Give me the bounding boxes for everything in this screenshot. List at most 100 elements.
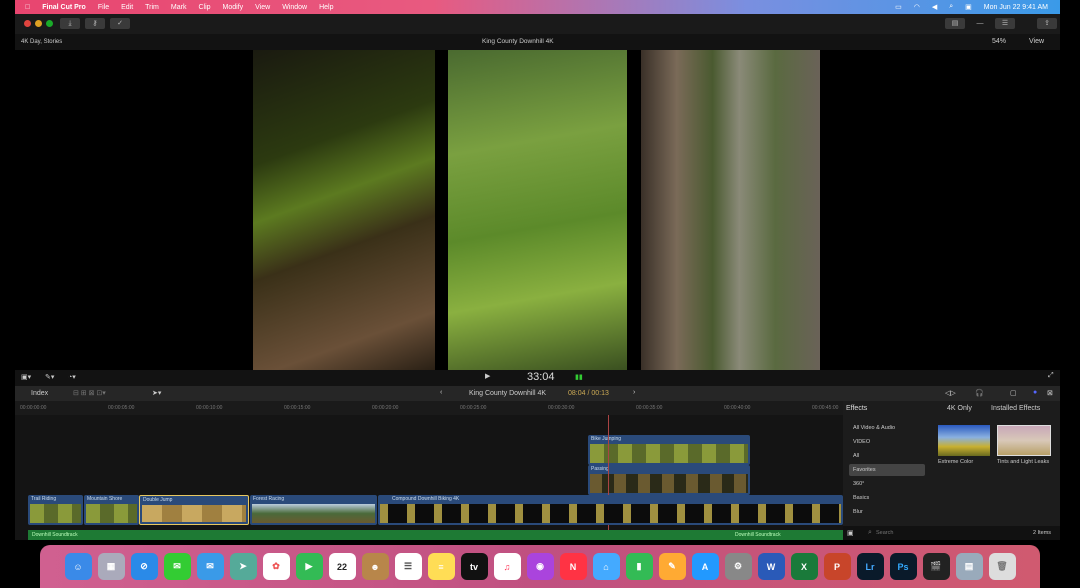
project-name[interactable]: King County Downhill 4K bbox=[469, 390, 546, 397]
index-button[interactable]: Index bbox=[31, 390, 48, 397]
category-360[interactable]: 360° bbox=[849, 478, 925, 490]
4k-only-checkbox[interactable]: 4K Only bbox=[947, 405, 972, 412]
effects-search-input[interactable] bbox=[876, 528, 1006, 538]
wifi-icon[interactable]: ◠ bbox=[914, 3, 920, 11]
browser-toggle-icon[interactable]: ▤ bbox=[945, 18, 965, 29]
menu-trim[interactable]: Trim bbox=[145, 4, 159, 11]
search-icon[interactable]: ⌕ bbox=[949, 3, 953, 11]
fullscreen-icon[interactable]: ⤢ bbox=[1048, 372, 1054, 380]
dock-system-preferences-icon[interactable]: ⚙ bbox=[724, 553, 752, 580]
dock-maps-icon[interactable]: ➤ bbox=[229, 553, 257, 580]
edit-tools-icon[interactable]: ⊟ ⊞ ⊠ ⊡▾ bbox=[73, 389, 106, 397]
zoom-level-dropdown[interactable]: 54% bbox=[992, 38, 1006, 45]
dock-safari-icon[interactable]: ⊘ bbox=[130, 553, 158, 580]
import-button[interactable]: ⤓ bbox=[60, 18, 80, 29]
dock-messages-icon[interactable]: ✉ bbox=[163, 553, 191, 580]
dock-preview-icon[interactable]: ▤ bbox=[955, 553, 983, 580]
enhance-icon[interactable]: ✎▾ bbox=[45, 373, 54, 381]
dock-lightroom-icon[interactable]: Lr bbox=[856, 553, 884, 580]
dock-powerpoint-icon[interactable]: P bbox=[823, 553, 851, 580]
clip-appearance-icon[interactable]: ▢ bbox=[1010, 389, 1017, 397]
audio-meter-icon[interactable]: ▮▮ bbox=[575, 373, 583, 381]
dock-app-store-icon[interactable]: A bbox=[691, 553, 719, 580]
sidebar-toggle-icon[interactable]: ▣ bbox=[847, 529, 854, 537]
dock-finder-icon[interactable]: ☺ bbox=[64, 553, 92, 580]
installed-effects-dropdown[interactable]: Installed Effects bbox=[991, 405, 1040, 412]
dock-podcasts-icon[interactable]: ◉ bbox=[526, 553, 554, 580]
dock-tv-icon[interactable]: tv bbox=[460, 553, 488, 580]
timeline-clip[interactable]: Forest Racing bbox=[250, 495, 377, 525]
timecode-display[interactable]: 33:04 bbox=[527, 371, 555, 383]
connected-clip[interactable]: Bike Jumping bbox=[588, 435, 750, 465]
clip-appearance-icon[interactable]: ▣▾ bbox=[21, 373, 31, 381]
transitions-icon[interactable]: ⊠ bbox=[1047, 389, 1053, 397]
category-basics[interactable]: Basics bbox=[849, 492, 925, 504]
menu-app[interactable]: Final Cut Pro bbox=[42, 4, 86, 11]
category-favorites[interactable]: Favorites bbox=[849, 464, 925, 476]
dock-contacts-icon[interactable]: ☻ bbox=[361, 553, 389, 580]
play-button[interactable]: ▶ bbox=[485, 372, 490, 380]
audio-clip[interactable]: Downhill Soundtrack Downhill Soundtrack bbox=[28, 530, 843, 540]
category-all-video-audio[interactable]: All Video & Audio bbox=[849, 422, 925, 434]
dock-numbers-icon[interactable]: ▮ bbox=[625, 553, 653, 580]
menu-help[interactable]: Help bbox=[319, 4, 333, 11]
solo-icon[interactable]: 🎧 bbox=[975, 389, 984, 397]
menu-file[interactable]: File bbox=[98, 4, 109, 11]
dock-notes-icon[interactable]: ≡ bbox=[427, 553, 455, 580]
speed-icon[interactable]: ◔▾ bbox=[68, 373, 76, 381]
effect-thumb-tints-light-leaks[interactable] bbox=[997, 425, 1051, 456]
timeline-toggle-icon[interactable]: — bbox=[970, 18, 990, 29]
control-center-icon[interactable]: ▣ bbox=[965, 3, 972, 11]
select-tool-icon[interactable]: ➤▾ bbox=[152, 389, 161, 397]
back-icon[interactable]: ‹ bbox=[440, 389, 442, 396]
timeline-clip[interactable]: Mountain Shore bbox=[84, 495, 139, 525]
background-tasks-button[interactable]: ✓ bbox=[110, 18, 130, 29]
menu-view[interactable]: View bbox=[255, 4, 270, 11]
effect-thumb-extreme-color[interactable] bbox=[938, 425, 990, 456]
timeline-ruler[interactable]: 00:00:00:00 00:00:05:00 00:00:10:00 00:0… bbox=[15, 401, 843, 415]
dock-mail-icon[interactable]: ✉ bbox=[196, 553, 224, 580]
dock-final-cut-pro-icon[interactable]: 🎬 bbox=[922, 553, 950, 580]
menu-clip[interactable]: Clip bbox=[198, 4, 210, 11]
volume-icon[interactable]: ◀ bbox=[932, 3, 937, 11]
menu-edit[interactable]: Edit bbox=[121, 4, 133, 11]
dock-word-icon[interactable]: W bbox=[757, 553, 785, 580]
category-all[interactable]: All bbox=[849, 450, 925, 462]
timeline-clip-selected[interactable]: Double Jump bbox=[139, 495, 249, 525]
keywords-button[interactable]: ⚷ bbox=[85, 18, 105, 29]
view-dropdown[interactable]: View bbox=[1029, 38, 1044, 45]
viewer[interactable] bbox=[15, 50, 1060, 370]
category-blur[interactable]: Blur bbox=[849, 506, 925, 518]
effects-browser-icon[interactable]: ● bbox=[1033, 389, 1037, 396]
dock-facetime-icon[interactable]: ▶ bbox=[295, 553, 323, 580]
airplay-icon[interactable]: ▭ bbox=[895, 3, 902, 11]
dock-launchpad-icon[interactable]: ▦ bbox=[97, 553, 125, 580]
menu-window[interactable]: Window bbox=[282, 4, 307, 11]
inspector-toggle-icon[interactable]: ☰ bbox=[995, 18, 1015, 29]
menu-modify[interactable]: Modify bbox=[223, 4, 244, 11]
minimize-button[interactable] bbox=[35, 20, 42, 27]
dock-calendar-icon[interactable]: 22 bbox=[328, 553, 356, 580]
dock-photoshop-icon[interactable]: Ps bbox=[889, 553, 917, 580]
connected-clip[interactable]: Passing bbox=[588, 465, 750, 495]
dock-reminders-icon[interactable]: ☰ bbox=[394, 553, 422, 580]
dock-pages-icon[interactable]: ✎ bbox=[658, 553, 686, 580]
audio-skimming-icon[interactable]: ◁▷ bbox=[945, 389, 956, 397]
dock-keynote-icon[interactable]: ⌂ bbox=[592, 553, 620, 580]
zoom-button[interactable] bbox=[46, 20, 53, 27]
menu-mark[interactable]: Mark bbox=[171, 4, 187, 11]
timeline-clip[interactable]: Trail Riding bbox=[28, 495, 83, 525]
clock[interactable]: Mon Jun 22 9:41 AM bbox=[984, 4, 1048, 11]
dock-trash-icon[interactable]: 🗑 bbox=[988, 553, 1016, 580]
dock-photos-icon[interactable]: ✿ bbox=[262, 553, 290, 580]
apple-icon[interactable]:  bbox=[25, 4, 30, 11]
dock-excel-icon[interactable]: X bbox=[790, 553, 818, 580]
timeline-clip[interactable]: Compound Downhill Biking 4K bbox=[378, 495, 843, 525]
dock-news-icon[interactable]: N bbox=[559, 553, 587, 580]
forward-icon[interactable]: › bbox=[633, 389, 635, 396]
timeline[interactable]: Bike Jumping Passing Trail Riding Mounta… bbox=[15, 415, 843, 540]
close-button[interactable] bbox=[24, 20, 31, 27]
dock-music-icon[interactable]: ♫ bbox=[493, 553, 521, 580]
share-button[interactable]: ⇪ bbox=[1037, 18, 1057, 29]
ruler-tick: 00:00:35:00 bbox=[636, 405, 663, 411]
